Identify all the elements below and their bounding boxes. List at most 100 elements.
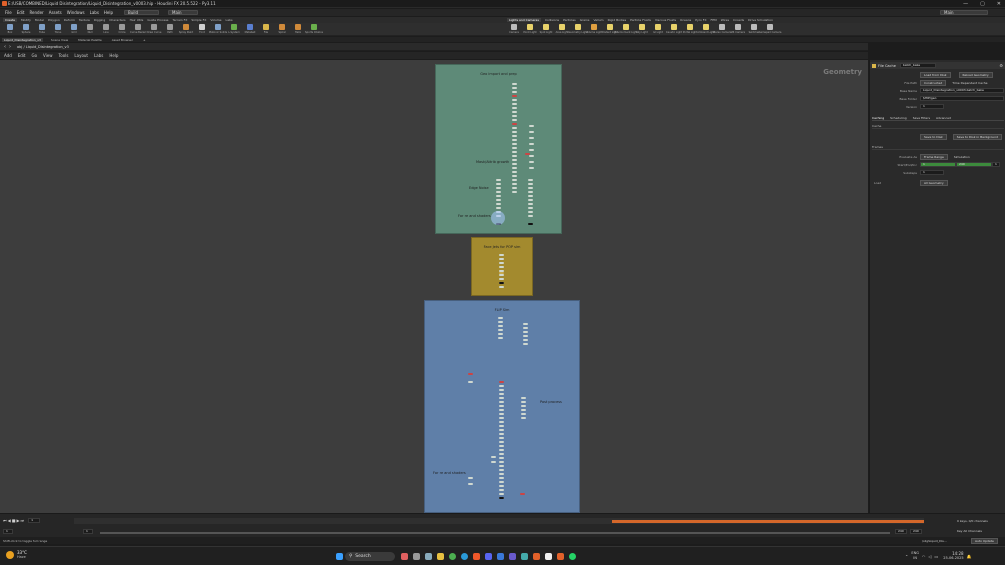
shelf-tab-fem[interactable]: FEM [711,18,717,22]
timeline-ruler[interactable] [74,518,924,524]
cache-section[interactable]: Cache [872,124,1004,129]
network-node[interactable] [512,87,517,89]
network-node[interactable] [512,183,517,185]
shelf-tab-rigid-bodies[interactable]: Rigid Bodies [608,18,627,22]
shelf-tab-rigging[interactable]: Rigging [94,18,105,22]
shelf-tab-modify[interactable]: Modify [21,18,31,22]
network-node[interactable] [498,317,503,319]
shelf-tab-texture[interactable]: Texture [79,18,90,22]
network-node[interactable] [499,445,504,447]
time-dependent-toggle[interactable]: Time Dependent Cache [952,81,987,85]
network-node[interactable] [512,127,517,129]
network-node[interactable] [496,187,501,189]
network-node[interactable] [523,323,528,325]
network-node[interactable] [512,179,517,181]
houdini-icon[interactable] [533,553,540,560]
network-node[interactable] [528,195,533,197]
network-node[interactable] [496,191,501,193]
edge-icon[interactable] [461,553,468,560]
tool-volume-light[interactable]: Volume Light [586,23,602,35]
shelf-tab-grains[interactable]: Grains [580,18,590,22]
tool-portal-light[interactable]: Portal Light [683,23,697,35]
network-node[interactable] [512,171,517,173]
network-node[interactable] [529,131,534,133]
shelf-tab-volume[interactable]: Volume [210,18,221,22]
net-menu-go[interactable]: Go [32,53,38,58]
network-node[interactable] [499,477,504,479]
network-node[interactable] [496,195,501,197]
network-node[interactable] [468,373,473,375]
network-node[interactable] [468,381,473,383]
network-node[interactable] [498,325,503,327]
network-node[interactable] [528,223,533,225]
network-node[interactable] [499,481,504,483]
network-node[interactable] [529,167,534,169]
network-node[interactable] [499,441,504,443]
network-node[interactable] [528,199,533,201]
shelf-tab-lights-and-cameras[interactable]: Lights and Cameras [507,18,541,22]
network-node[interactable] [499,254,504,256]
frames-section[interactable]: Frames [872,145,1004,150]
start-icon[interactable] [335,553,343,560]
tool-circle[interactable]: Circle [115,23,129,35]
base-folder-field[interactable]: $HIP/geo [920,96,1004,101]
network-node[interactable] [499,449,504,451]
network-node[interactable] [512,95,517,97]
evaluate-as-menu[interactable]: Frame Range [920,153,948,160]
shelf-tab-viscous-fluids[interactable]: Viscous Fluids [655,18,676,22]
shelf-tab-labs[interactable]: Labs [226,18,233,22]
network-node[interactable] [528,215,533,217]
shelf-tab-simple-fx[interactable]: Simple FX [191,18,206,22]
network-node[interactable] [499,409,504,411]
save-bg-button[interactable]: Save to Disk in Background [952,133,1003,140]
substeps-field[interactable]: 1 [920,170,944,175]
last-frame-icon[interactable]: ⏭ [21,518,25,523]
network-node[interactable] [499,485,504,487]
node-name-field[interactable]: batch_bake [899,63,936,68]
menu-render[interactable]: Render [29,10,43,15]
weather-icon[interactable] [6,551,14,559]
network-node[interactable] [528,179,533,181]
network-node[interactable] [512,147,517,149]
back-icon[interactable]: ‹ [4,44,6,50]
shelf-tab-model[interactable]: Model [35,18,44,22]
simulation-toggle[interactable]: Simulation [954,155,970,159]
tool-metaball[interactable]: Metaball [243,23,257,35]
tool-point-light[interactable]: Point Light [523,23,537,35]
network-node[interactable] [498,337,503,339]
network-node[interactable] [499,282,504,284]
shelf-tab-particle-fluids[interactable]: Particle Fluids [630,18,651,22]
network-node[interactable] [521,417,526,419]
build-selector[interactable]: Build [124,10,160,15]
network-node[interactable] [499,489,504,491]
add-tab-icon[interactable]: + [141,38,148,42]
network-node[interactable] [521,401,526,403]
shelf-tab-vellum[interactable]: Vellum [593,18,603,22]
whatsapp-icon[interactable] [569,553,576,560]
network-node[interactable] [512,163,517,165]
network-node[interactable] [528,187,533,189]
network-node[interactable] [499,393,504,395]
network-node[interactable] [496,179,501,181]
net-menu-labs[interactable]: Labs [94,53,103,58]
network-node[interactable] [512,119,517,121]
clock-date[interactable]: 25-06-2025 [943,556,963,561]
tab-network[interactable]: Liquid_Disintegration_v3 [2,37,43,42]
network-node[interactable] [521,413,526,415]
network-editor[interactable]: Geometry Geo import and prep Mask/Attrib… [0,60,868,513]
tab-save-filters[interactable]: Save Filters [913,116,930,120]
network-node[interactable] [499,278,504,280]
network-node[interactable] [499,286,504,288]
tool-spot-light[interactable]: Spot Light [539,23,553,35]
load-from-disk-toggle[interactable]: Load from Disk [920,71,951,78]
network-node[interactable] [499,421,504,423]
network-node[interactable] [499,262,504,264]
network-node[interactable] [512,167,517,169]
network-node[interactable] [498,329,503,331]
tool-ambient-light[interactable]: Ambient Light [697,23,715,35]
app-icon-2[interactable] [521,553,528,560]
range-start2-field[interactable]: 1 [83,529,93,534]
range-end2-field[interactable]: 240 [910,529,922,534]
network-node[interactable] [499,274,504,276]
network-box-flip-sim[interactable]: FLIP Sim Post process For re and shaders [424,300,580,513]
